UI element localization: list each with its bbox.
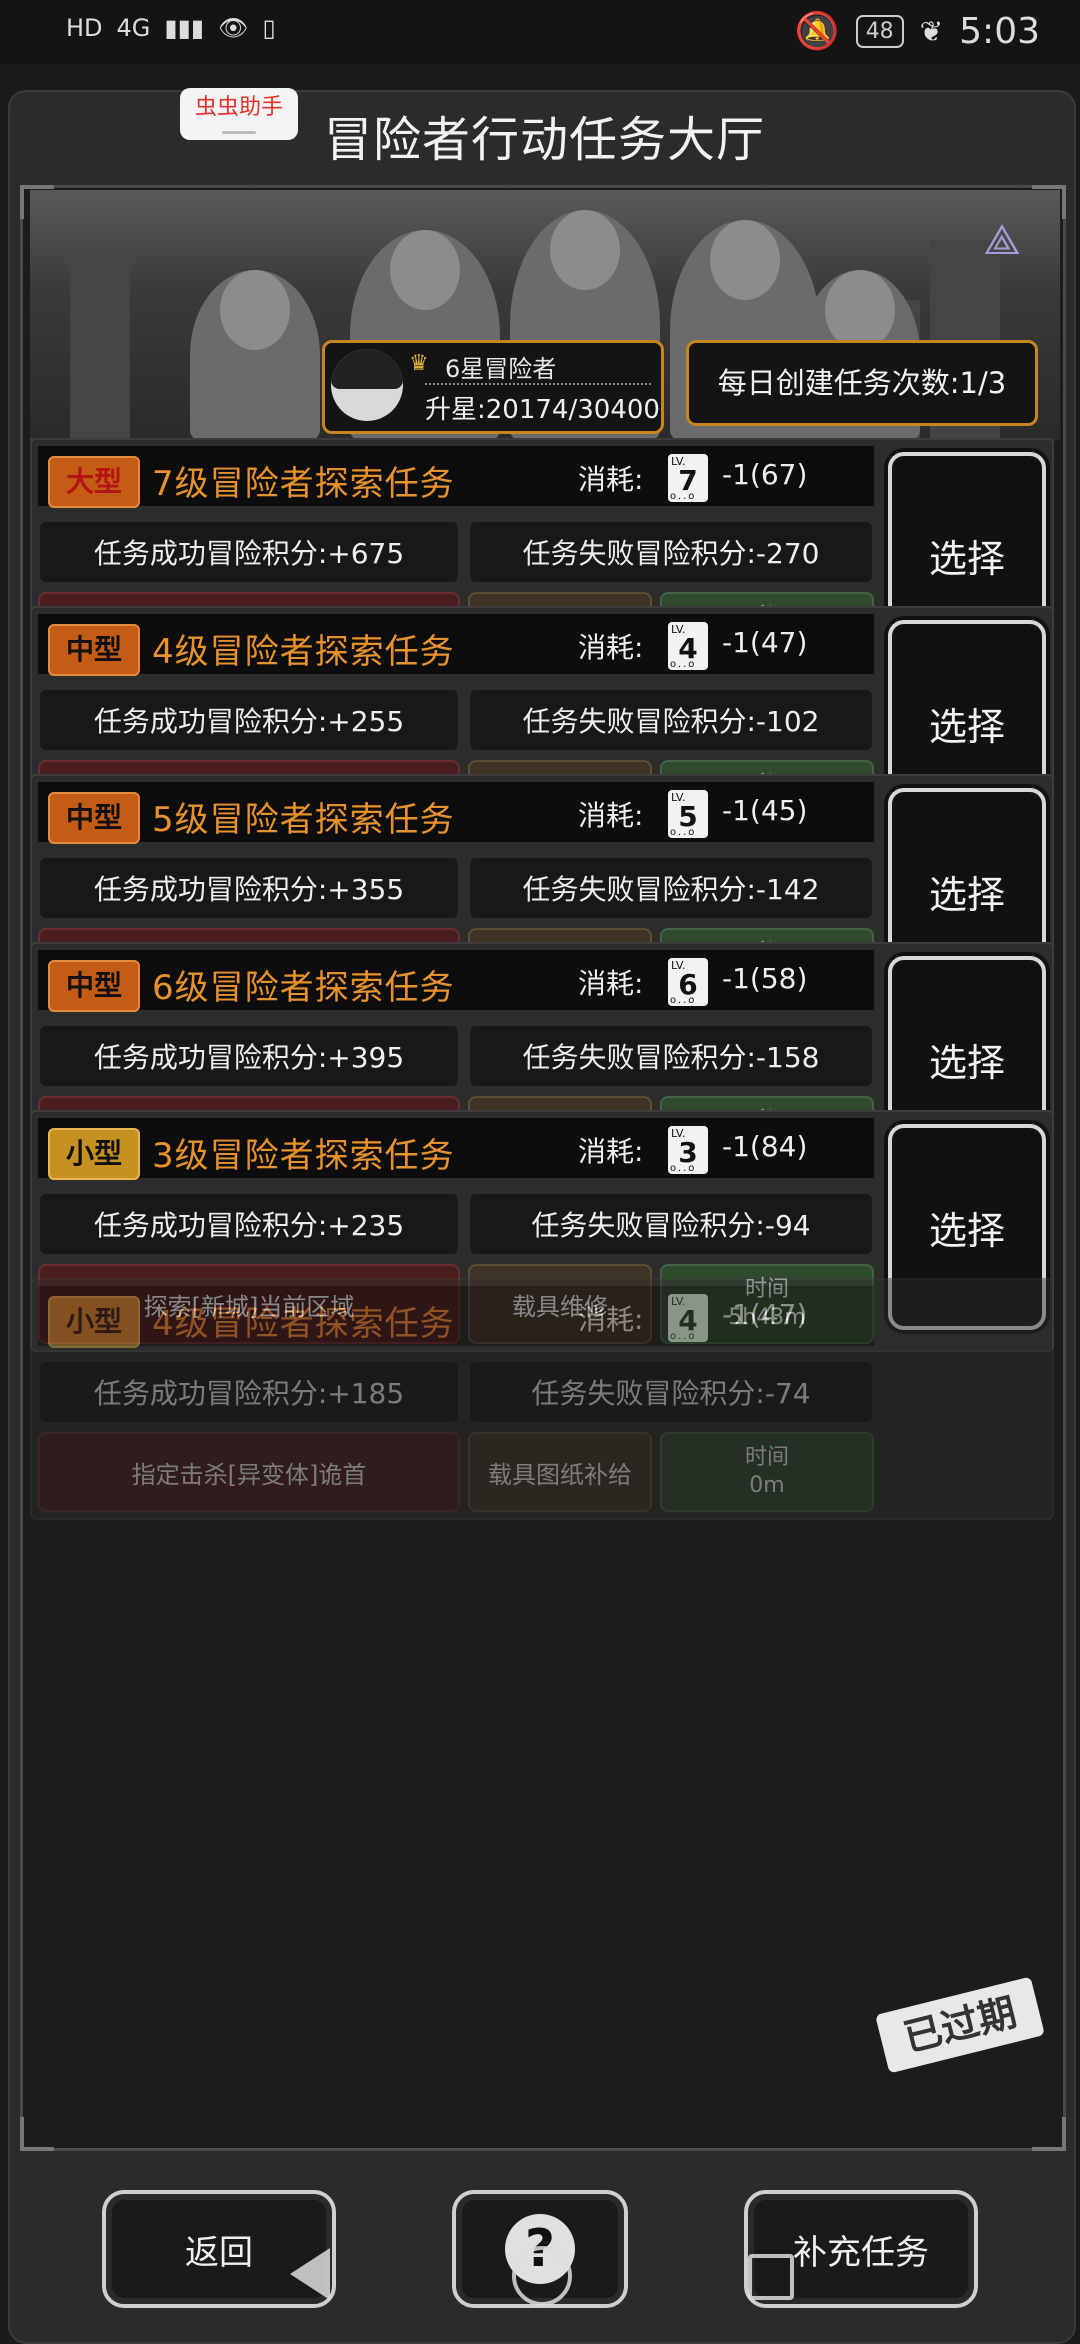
time-value: 0m	[749, 1473, 785, 1498]
mission-size-badge: 小型	[48, 1296, 140, 1348]
level-card-icon: LV. 3 o..o	[668, 1126, 708, 1174]
leaf-icon: ❦	[919, 14, 944, 48]
eye-icon: 👁	[218, 14, 249, 42]
mission-header: 中型 6级冒险者探索任务 消耗: LV. 6 o..o -1(58)	[38, 950, 874, 1012]
mission-title: 4级冒险者探索任务	[152, 1304, 455, 1344]
clock: 5:03	[959, 10, 1040, 52]
cost-value: -1(47)	[722, 626, 808, 659]
select-button-label: 选择	[928, 1208, 1005, 1253]
mission-title: 3级冒险者探索任务	[152, 1136, 455, 1176]
nav-home-icon[interactable]	[512, 2246, 572, 2306]
rank-divider	[425, 383, 651, 385]
back-button-label: 返回	[185, 2232, 253, 2273]
fail-points: 任务失败冒险积分:-94	[468, 1192, 874, 1256]
fail-points: 任务失败冒险积分:-102	[468, 688, 874, 752]
mission-title: 5级冒险者探索任务	[152, 800, 455, 840]
fail-points: 任务失败冒险积分:-74	[468, 1360, 874, 1424]
status-icons-left: HD 4G ▮▮▮ 👁 ▯	[66, 14, 276, 42]
mission-header: 小型 3级冒险者探索任务 消耗: LV. 3 o..o -1(84)	[38, 1118, 874, 1180]
cost-label: 消耗:	[578, 1135, 644, 1168]
level-card-icon: LV. 4 o..o	[668, 1294, 708, 1342]
success-points: 任务成功冒险积分:+355	[38, 856, 460, 920]
hd-icon: HD	[66, 14, 103, 42]
cost-value: -1(58)	[722, 962, 808, 995]
mission-header: 小型 4级冒险者探索任务 消耗: LV. 4 o..o -1(47)	[38, 1286, 874, 1348]
page-title: 冒险者行动任务大厅	[324, 112, 766, 168]
rank-panel: ♛ 6星冒险者 升星:20174/30400	[322, 340, 664, 434]
level-card-icon: LV. 4 o..o	[668, 622, 708, 670]
battery-icon: 48	[855, 14, 904, 48]
mission-size-badge: 中型	[48, 960, 140, 1012]
fail-points: 任务失败冒险积分:-158	[468, 1024, 874, 1088]
mission-list[interactable]: 5级冒险者探索任务消耗:LV.5o..o-1(45)任务成功冒险积分:+310任…	[30, 438, 1060, 2128]
building-silhouette	[70, 260, 130, 440]
mission-objective: 指定击杀[异变体]诡首	[38, 1432, 460, 1512]
mission-reward: 载具图纸补给	[468, 1432, 652, 1512]
cost-label: 消耗:	[578, 799, 644, 832]
mission-size-badge: 大型	[48, 456, 140, 508]
signal-icon: ▮▮▮	[164, 14, 205, 42]
mission-size-badge: 中型	[48, 792, 140, 844]
crown-icon: ♛	[409, 351, 429, 376]
mission-header: 中型 4级冒险者探索任务 消耗: LV. 4 o..o -1(47)	[38, 614, 874, 676]
mission-title: 7级冒险者探索任务	[152, 464, 455, 504]
mission-time: 时间 0m	[660, 1432, 874, 1512]
success-points: 任务成功冒险积分:+395	[38, 1024, 460, 1088]
fail-points: 任务失败冒险积分:-270	[468, 520, 874, 584]
avatar	[331, 349, 403, 421]
mute-bell-icon: 🔕	[794, 11, 840, 52]
select-button-label: 选择	[928, 872, 1005, 917]
nav-back-icon[interactable]	[290, 2248, 330, 2300]
cost-value: -1(45)	[722, 794, 808, 827]
cost-value: -1(47)	[722, 1298, 808, 1331]
cost-label: 消耗:	[578, 631, 644, 664]
daily-task-count: 每日创建任务次数:1/3	[686, 340, 1038, 426]
cost-label: 消耗:	[578, 463, 644, 496]
rank-progress: 升星:20174/30400	[425, 395, 660, 425]
battery-saver-icon: ▯	[262, 14, 276, 42]
status-icons-right: 🔕 48 ❦ 5:03	[794, 10, 1040, 53]
helper-tag[interactable]: 虫虫助手	[180, 88, 298, 140]
cost-value: -1(67)	[722, 458, 808, 491]
helper-tag-label: 虫虫助手	[194, 95, 283, 120]
network-4g-icon: 4G	[116, 14, 151, 42]
status-bar: HD 4G ▮▮▮ 👁 ▯ 🔕 48 ❦ 5:03	[0, 0, 1080, 64]
select-button-label: 选择	[928, 536, 1005, 581]
success-points: 任务成功冒险积分:+255	[38, 688, 460, 752]
time-label: 时间	[744, 1445, 789, 1470]
success-points: 任务成功冒险积分:+235	[38, 1192, 460, 1256]
success-points: 任务成功冒险积分:+675	[38, 520, 460, 584]
mission-title: 4级冒险者探索任务	[152, 632, 455, 672]
level-card-icon: LV. 5 o..o	[668, 790, 708, 838]
mission-title: 6级冒险者探索任务	[152, 968, 455, 1008]
nav-recents-icon[interactable]	[748, 2254, 794, 2300]
faction-emblem-icon: ⟁	[983, 215, 1021, 264]
level-card-icon: LV. 7 o..o	[668, 454, 708, 502]
level-card-icon: LV. 6 o..o	[668, 958, 708, 1006]
character-figure	[190, 270, 320, 440]
cost-value: -1(84)	[722, 1130, 808, 1163]
bottom-bar: 返回 ? 补充任务	[0, 2150, 1080, 2340]
mission-card: 小型 4级冒险者探索任务 消耗: LV. 4 o..o -1(47) 任务成功冒险积分:+18…	[30, 1278, 1054, 1520]
select-button-label: 选择	[928, 1040, 1005, 1085]
mission-size-badge: 中型	[48, 624, 140, 676]
mission-header: 大型 7级冒险者探索任务 消耗: LV. 7 o..o -1(67)	[38, 446, 874, 508]
select-button-label: 选择	[928, 704, 1005, 749]
success-points: 任务成功冒险积分:+185	[38, 1360, 460, 1424]
mission-header: 中型 5级冒险者探索任务 消耗: LV. 5 o..o -1(45)	[38, 782, 874, 844]
fail-points: 任务失败冒险积分:-142	[468, 856, 874, 920]
rank-name: 6星冒险者	[445, 355, 557, 383]
helper-handle-bar	[222, 131, 256, 134]
cost-label: 消耗:	[578, 967, 644, 1000]
refill-tasks-label: 补充任务	[793, 2232, 929, 2273]
cost-label: 消耗:	[578, 1303, 644, 1336]
mission-size-badge: 小型	[48, 1128, 140, 1180]
